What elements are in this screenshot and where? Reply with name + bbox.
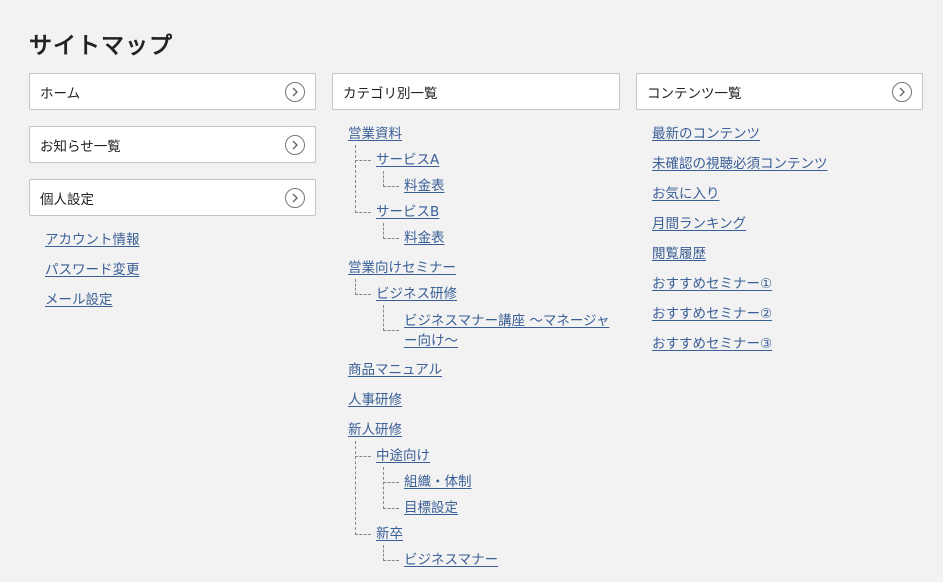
link-unviewed-required[interactable]: 未確認の視聴必須コンテンツ (652, 154, 828, 174)
tree-connector (355, 212, 371, 213)
link-recommended-seminar-3[interactable]: おすすめセミナー③ (652, 334, 772, 354)
chevron-right-circle-icon (892, 81, 912, 102)
nav-box-label: お知らせ一覧 (40, 138, 121, 155)
link-business-manner-koza[interactable]: ビジネスマナー講座 〜マネージャー向け〜 (404, 311, 619, 351)
tree-connector (355, 456, 371, 457)
link-latest-contents[interactable]: 最新のコンテンツ (652, 124, 760, 144)
link-eigyo-shiryo[interactable]: 営業資料 (348, 124, 402, 144)
link-shinjin-kenshu[interactable]: 新人研修 (348, 420, 402, 440)
link-ryokin-b[interactable]: 料金表 (404, 228, 445, 248)
nav-box-personal-settings[interactable]: 個人設定 (29, 179, 316, 216)
tree-connector (383, 560, 399, 561)
tree-connector (383, 238, 399, 239)
column-main-nav: ホーム お知らせ一覧 個人設定 アカウント情報 パスワード変更 メール設定 (29, 73, 316, 308)
chevron-right-circle-icon (285, 81, 305, 102)
category-list-label: カテゴリ別一覧 (343, 85, 438, 102)
tree-connector (383, 223, 384, 239)
link-soshiki-taisei[interactable]: 組織・体制 (404, 472, 472, 492)
column-contents: コンテンツ一覧 最新のコンテンツ 未確認の視聴必須コンテンツ お気に入り 月間ラ… (636, 73, 923, 352)
tree-connector (355, 279, 356, 295)
tree-connector (355, 160, 371, 161)
tree-connector (383, 482, 399, 483)
chevron-right-circle-icon (285, 134, 305, 155)
nav-box-notices[interactable]: お知らせ一覧 (29, 126, 316, 163)
link-service-b[interactable]: サービスB (376, 202, 439, 222)
category-list-header: カテゴリ別一覧 (332, 73, 620, 110)
tree-connector (383, 467, 384, 509)
nav-box-label: ホーム (40, 85, 81, 102)
link-business-manner[interactable]: ビジネスマナー (404, 550, 498, 570)
nav-box-contents-list[interactable]: コンテンツ一覧 (636, 73, 923, 110)
sitemap-page: サイトマップ ホーム お知らせ一覧 個人設定 アカウント情報 パスワード変更 メ… (0, 0, 943, 582)
tree-connector (383, 186, 399, 187)
link-ryokin-a[interactable]: 料金表 (404, 176, 445, 196)
link-mail-settings[interactable]: メール設定 (45, 290, 113, 310)
link-service-a[interactable]: サービスA (376, 150, 439, 170)
link-eigyo-seminar[interactable]: 営業向けセミナー (348, 258, 456, 278)
tree-connector (355, 145, 356, 213)
link-password-change[interactable]: パスワード変更 (45, 260, 140, 280)
nav-box-label: 個人設定 (40, 191, 94, 208)
link-view-history[interactable]: 閲覧履歴 (652, 244, 706, 264)
nav-box-label: コンテンツ一覧 (647, 85, 742, 102)
tree-connector (383, 171, 384, 187)
tree-connector (383, 508, 399, 509)
link-shinsotsu[interactable]: 新卒 (376, 524, 403, 544)
tree-connector (355, 294, 371, 295)
link-account-info[interactable]: アカウント情報 (45, 230, 140, 250)
link-monthly-ranking[interactable]: 月間ランキング (652, 214, 746, 234)
column-categories: カテゴリ別一覧 営業資料 サービスA 料金表 サービスB 料金表 営業向けセミナ… (332, 73, 620, 568)
link-chuto-muke[interactable]: 中途向け (376, 446, 430, 466)
link-mokuhyo-settei[interactable]: 目標設定 (404, 498, 458, 518)
tree-connector (383, 545, 384, 561)
tree-connector (383, 330, 399, 331)
chevron-right-circle-icon (285, 187, 305, 208)
link-jinji-kenshu[interactable]: 人事研修 (348, 390, 402, 410)
tree-connector (383, 305, 384, 331)
link-recommended-seminar-2[interactable]: おすすめセミナー② (652, 304, 772, 324)
nav-box-home[interactable]: ホーム (29, 73, 316, 110)
link-business-kenshu[interactable]: ビジネス研修 (376, 284, 457, 304)
link-favorites[interactable]: お気に入り (652, 184, 720, 204)
link-shohin-manual[interactable]: 商品マニュアル (348, 360, 442, 380)
tree-connector (355, 534, 371, 535)
link-recommended-seminar-1[interactable]: おすすめセミナー① (652, 274, 772, 294)
page-title: サイトマップ (29, 33, 173, 59)
